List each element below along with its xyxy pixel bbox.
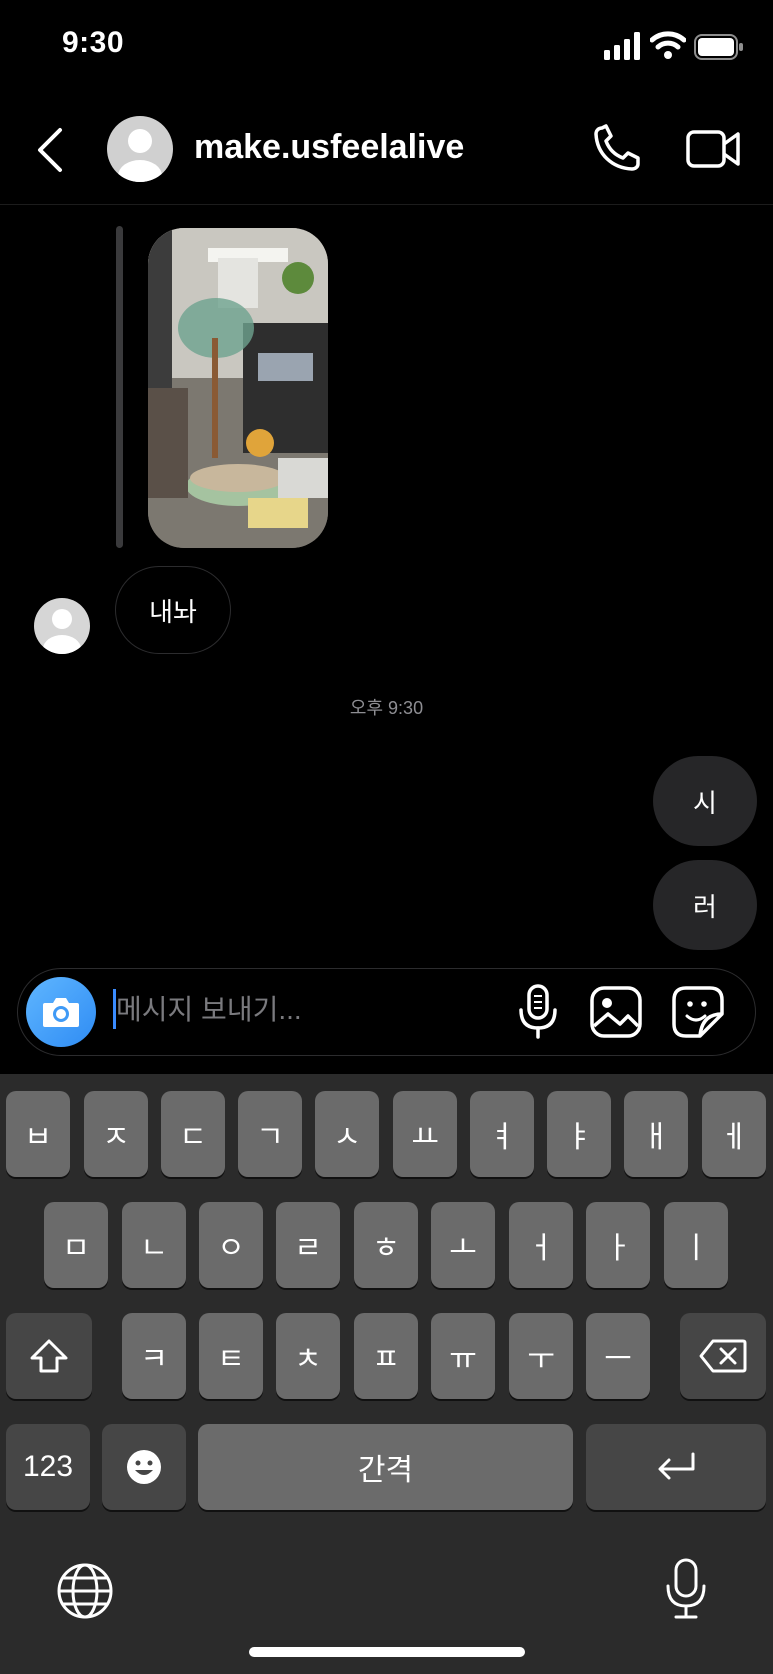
shift-key[interactable] xyxy=(6,1313,92,1399)
key[interactable]: ㅐ xyxy=(624,1091,688,1177)
key[interactable]: ㅍ xyxy=(354,1313,418,1399)
key[interactable]: ㅜ xyxy=(509,1313,573,1399)
keyboard: ㅂ ㅈ ㄷ ㄱ ㅅ ㅛ ㅕ ㅑ ㅐ ㅔ ㅁ ㄴ ㅇ ㄹ ㅎ ㅗ ㅓ ㅏ ㅣ ㅋ … xyxy=(0,1074,773,1674)
key[interactable]: ㄹ xyxy=(276,1202,340,1288)
reply-indicator-bar xyxy=(116,226,123,548)
delete-icon xyxy=(699,1339,747,1373)
photo-illustration xyxy=(148,228,328,548)
shift-icon xyxy=(30,1339,68,1373)
key[interactable]: ㄷ xyxy=(161,1091,225,1177)
key[interactable]: ㅔ xyxy=(702,1091,766,1177)
key[interactable]: ㅋ xyxy=(122,1313,186,1399)
return-key[interactable] xyxy=(586,1424,766,1510)
space-key[interactable]: 간격 xyxy=(198,1424,573,1510)
key[interactable]: ㅏ xyxy=(586,1202,650,1288)
key[interactable]: ㅗ xyxy=(431,1202,495,1288)
message-timestamp: 오후 9:30 xyxy=(349,698,424,718)
message-input[interactable] xyxy=(116,988,496,1032)
back-icon[interactable] xyxy=(30,120,70,180)
wifi-icon xyxy=(650,31,686,59)
header-avatar[interactable] xyxy=(107,116,173,182)
key[interactable]: ㅡ xyxy=(586,1313,650,1399)
key[interactable]: ㅇ xyxy=(199,1202,263,1288)
header-divider xyxy=(0,204,773,205)
message-text: 러 xyxy=(693,891,717,922)
key[interactable]: ㅂ xyxy=(6,1091,70,1177)
sent-message-bubble[interactable]: 시 xyxy=(653,756,757,846)
key[interactable]: ㅠ xyxy=(431,1313,495,1399)
dictation-icon[interactable] xyxy=(664,1558,708,1620)
key[interactable]: ㅊ xyxy=(276,1313,340,1399)
key[interactable]: ㅑ xyxy=(547,1091,611,1177)
home-indicator[interactable] xyxy=(249,1647,525,1657)
sticker-icon[interactable] xyxy=(672,986,724,1038)
key[interactable]: ㅁ xyxy=(44,1202,108,1288)
key[interactable]: ㅓ xyxy=(509,1202,573,1288)
message-text: 내놔 xyxy=(149,596,197,627)
battery-icon xyxy=(694,34,743,60)
key[interactable]: ㅣ xyxy=(664,1202,728,1288)
message-text: 시 xyxy=(693,787,717,818)
key[interactable]: ㅕ xyxy=(470,1091,534,1177)
key[interactable]: ㅈ xyxy=(84,1091,148,1177)
default-avatar-icon xyxy=(43,609,81,654)
sent-message-bubble[interactable]: 러 xyxy=(653,860,757,950)
received-message-bubble[interactable]: 내놔 xyxy=(115,566,231,654)
status-time: 9:30 xyxy=(62,26,125,59)
return-icon xyxy=(658,1452,695,1480)
phone-icon[interactable] xyxy=(588,122,648,176)
camera-button[interactable] xyxy=(26,977,96,1047)
signal-icon xyxy=(604,32,640,60)
shared-photo[interactable] xyxy=(148,228,328,548)
key[interactable]: ㅌ xyxy=(199,1313,263,1399)
key[interactable]: ㄴ xyxy=(122,1202,186,1288)
camera-icon xyxy=(43,998,79,1027)
gallery-icon[interactable] xyxy=(590,986,642,1038)
emoji-key[interactable] xyxy=(102,1424,186,1510)
key[interactable]: ㅛ xyxy=(393,1091,457,1177)
globe-icon[interactable] xyxy=(56,1562,114,1620)
emoji-icon xyxy=(127,1450,161,1484)
microphone-icon[interactable] xyxy=(516,984,560,1040)
sender-avatar[interactable] xyxy=(34,598,90,654)
default-avatar-icon xyxy=(118,129,162,182)
numbers-key[interactable]: 123 xyxy=(6,1424,90,1510)
delete-key[interactable] xyxy=(680,1313,766,1399)
key[interactable]: ㅅ xyxy=(315,1091,379,1177)
header-username[interactable]: make.usfeelalive xyxy=(194,128,464,167)
video-icon[interactable] xyxy=(686,124,740,174)
key[interactable]: ㅎ xyxy=(354,1202,418,1288)
key[interactable]: ㄱ xyxy=(238,1091,302,1177)
